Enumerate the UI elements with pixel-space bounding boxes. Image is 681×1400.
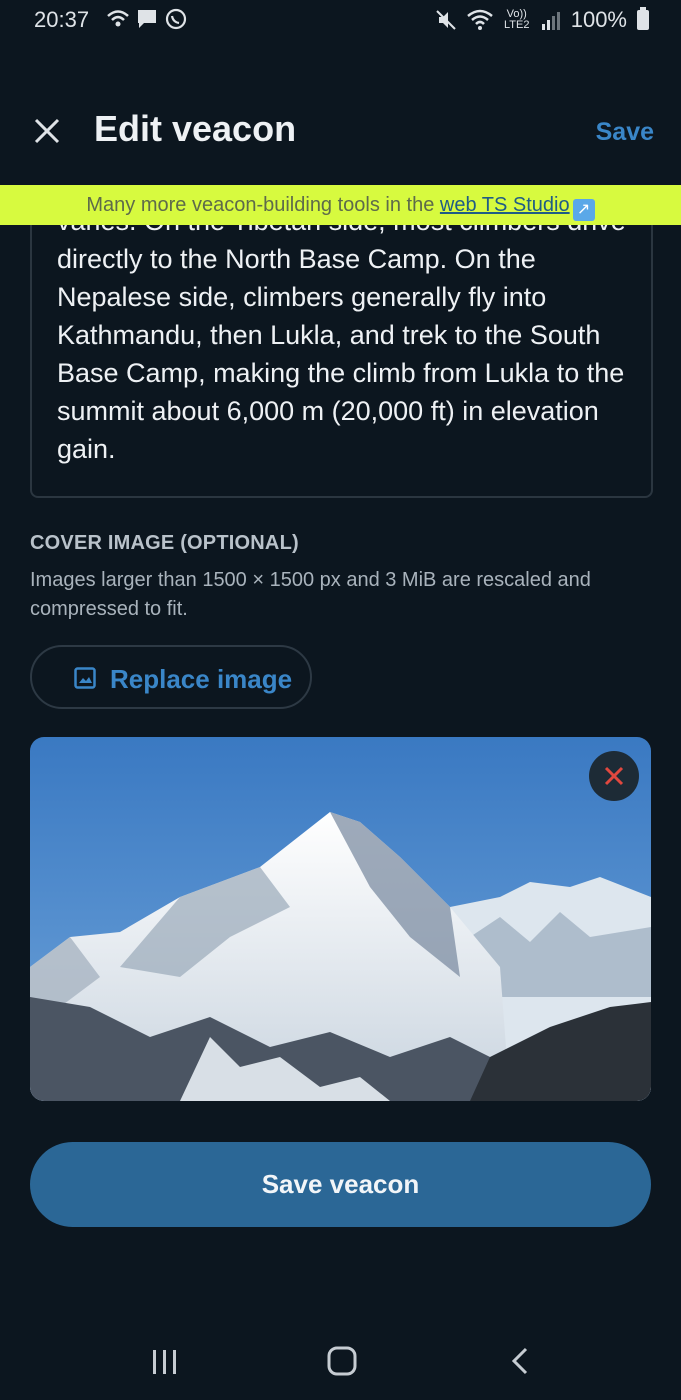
back-icon[interactable] (508, 1346, 532, 1376)
volte-label: Vo)) LTE2 (503, 8, 530, 31)
status-notification-icons (106, 7, 188, 31)
cover-image-label: COVER IMAGE (OPTIONAL) (30, 532, 299, 554)
cover-image-help: Images larger than 1500 × 1500 px and 3 … (30, 569, 591, 620)
app-header: Edit veacon Save (0, 100, 681, 164)
mute-icon (436, 10, 456, 30)
battery-percent: 100% (570, 7, 627, 32)
image-icon (74, 667, 96, 689)
banner-text: Many more veacon-building tools in the (86, 194, 440, 216)
remove-image-button[interactable] (589, 751, 639, 801)
studio-banner: Many more veacon-building tools in the w… (0, 185, 681, 225)
replace-image-button[interactable]: Replace image (30, 645, 312, 709)
description-text: varies. On the Tibetan side, most climbe… (57, 206, 626, 464)
battery-icon (637, 7, 649, 30)
signal-icon (541, 12, 560, 30)
description-textarea[interactable]: varies. On the Tibetan side, most climbe… (30, 205, 653, 498)
web-studio-link-label: web TS Studio (439, 194, 570, 216)
status-bar: 20:37 Vo)) LTE2 100% (0, 0, 681, 40)
wifi-calling-icon (107, 10, 129, 27)
wifi-icon (466, 9, 493, 30)
recent-apps-icon[interactable] (150, 1348, 180, 1376)
web-studio-link[interactable]: web TS Studio (440, 194, 570, 216)
cover-image (30, 737, 651, 1101)
remove-image-icon (604, 766, 624, 786)
home-icon[interactable] (327, 1346, 357, 1376)
close-icon[interactable] (30, 114, 64, 148)
replace-image-label: Replace image (110, 664, 293, 694)
save-veacon-button[interactable]: Save veacon (30, 1142, 651, 1227)
message-icon (138, 10, 156, 28)
external-link-icon: ↗ (572, 199, 595, 221)
status-time: 20:37 (34, 7, 90, 32)
save-header-button[interactable]: Save (596, 118, 654, 147)
system-nav-bar (0, 1320, 681, 1400)
whatsapp-icon (165, 8, 187, 30)
page-title: Edit veacon (94, 108, 297, 149)
status-system-icons: Vo)) LTE2 100% (435, 7, 649, 33)
